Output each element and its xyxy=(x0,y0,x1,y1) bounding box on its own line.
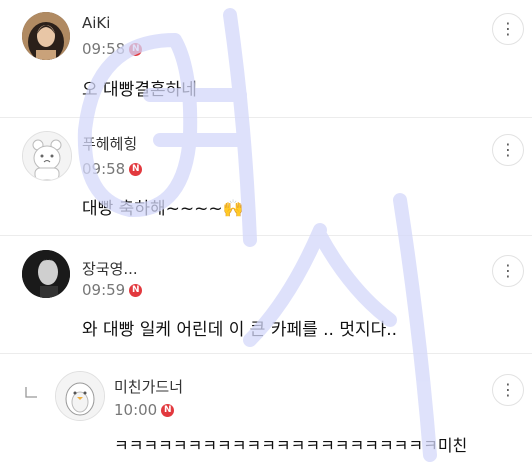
more-options-button[interactable]: ⋮ xyxy=(492,13,524,45)
comment-meta: 10:00 N xyxy=(114,401,175,419)
comment-item: 장국영... 09:59 N 와 대빵 일케 어린데 이 큰 카페를 .. 멋지… xyxy=(0,236,532,354)
more-vertical-icon: ⋮ xyxy=(500,380,516,399)
username[interactable]: AiKi xyxy=(82,14,110,32)
more-vertical-icon: ⋮ xyxy=(500,140,516,159)
more-options-button[interactable]: ⋮ xyxy=(492,374,524,406)
new-badge: N xyxy=(129,42,143,56)
avatar[interactable] xyxy=(22,12,70,60)
new-badge: N xyxy=(161,403,175,417)
new-badge: N xyxy=(129,162,143,176)
comment-meta: 09:59 N xyxy=(82,281,143,299)
timestamp: 10:00 xyxy=(114,401,158,419)
comment-meta: 09:58 N xyxy=(82,160,143,178)
reply-comment-item: 미친가드너 10:00 N ㅋㅋㅋㅋㅋㅋㅋㅋㅋㅋㅋㅋㅋㅋㅋㅋㅋㅋㅋㅋㅋㅋ미친 ⋮ xyxy=(0,354,532,463)
more-vertical-icon: ⋮ xyxy=(500,261,516,280)
username[interactable]: 미친가드너 xyxy=(114,376,183,397)
avatar[interactable] xyxy=(55,371,105,421)
comment-item: AiKi 09:58 N 오 대빵결혼하네 ⋮ xyxy=(0,0,532,118)
timestamp: 09:58 xyxy=(82,160,126,178)
avatar[interactable] xyxy=(22,250,70,298)
avatar[interactable] xyxy=(22,131,72,181)
more-vertical-icon: ⋮ xyxy=(500,19,516,38)
timestamp: 09:59 xyxy=(82,281,126,299)
comment-item: 푸헤헤힝 09:58 N 대빵 축하해~~~~🙌 ⋮ xyxy=(0,118,532,236)
reply-arrow-icon xyxy=(25,387,37,398)
comment-text: 오 대빵결혼하네 xyxy=(82,80,197,100)
username[interactable]: 장국영... xyxy=(82,258,138,279)
comment-text: 대빵 축하해~~~~🙌 xyxy=(82,199,244,219)
comment-text: 와 대빵 일케 어린데 이 큰 카페를 .. 멋지다.. xyxy=(82,320,398,340)
more-options-button[interactable]: ⋮ xyxy=(492,134,524,166)
new-badge: N xyxy=(129,283,143,297)
comment-text: ㅋㅋㅋㅋㅋㅋㅋㅋㅋㅋㅋㅋㅋㅋㅋㅋㅋㅋㅋㅋㅋㅋ미친 xyxy=(114,436,468,455)
timestamp: 09:58 xyxy=(82,40,126,58)
comment-meta: 09:58 N xyxy=(82,40,143,58)
username[interactable]: 푸헤헤힝 xyxy=(82,133,137,154)
more-options-button[interactable]: ⋮ xyxy=(492,255,524,287)
